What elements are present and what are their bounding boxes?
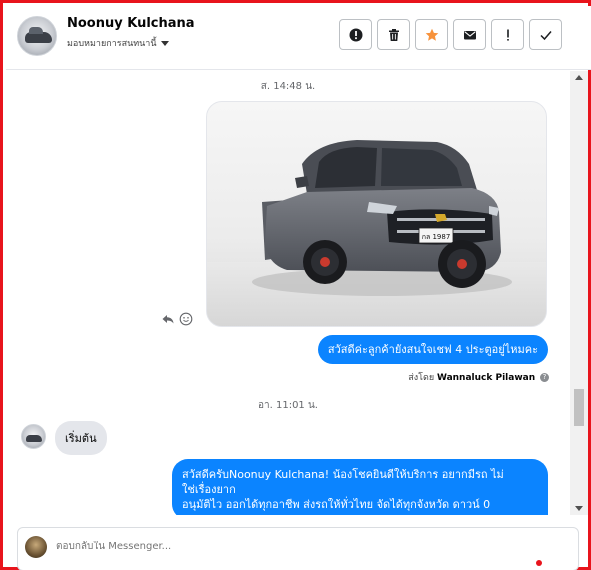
message-line: อนุมัติไว ออกได้ทุกอาชีพ ส่งรถให้ทั่วไทย… <box>182 498 491 511</box>
message-thread[interactable]: ส. 14:48 น. กล 1987 สวัสดีค่ะลูกค้ายังสน… <box>6 71 570 515</box>
message-line: ใช่เรื่องยาก <box>182 483 236 496</box>
caret-down-icon <box>160 41 169 46</box>
contact-avatar[interactable] <box>17 16 57 56</box>
report-button[interactable] <box>339 19 372 50</box>
delete-button[interactable] <box>377 19 410 50</box>
car-photo-attachment[interactable]: กล 1987 <box>206 101 547 327</box>
exclamation-icon <box>506 29 509 41</box>
assign-conversation-dropdown[interactable]: มอบหมายการสนทนานี้ <box>67 36 169 50</box>
timestamp: อา. 11:01 น. <box>258 400 318 411</box>
contact-name[interactable]: Noonuy Kulchana <box>67 16 195 31</box>
check-icon <box>539 30 552 40</box>
star-button[interactable] <box>415 19 448 50</box>
sent-by-label: ส่งโดย Wannaluck Pilawan ? <box>408 370 549 384</box>
sent-by-prefix: ส่งโดย <box>408 373 435 383</box>
message-line: สวัสดีครับNoonuy Kulchana! น้องโชคยินดีใ… <box>182 468 504 481</box>
thread-scrollbar[interactable] <box>570 71 588 515</box>
info-icon[interactable]: ? <box>540 373 549 382</box>
conversation-header: Noonuy Kulchana มอบหมายการสนทนานี้ <box>6 6 591 70</box>
exclamation-circle-icon <box>349 28 362 41</box>
incoming-message[interactable]: เริ่มต้น <box>55 421 107 455</box>
outgoing-message-long[interactable]: สวัสดีครับNoonuy Kulchana! น้องโชคยินดีใ… <box>172 459 548 515</box>
reply-icon[interactable] <box>161 311 175 325</box>
message-composer <box>17 527 579 570</box>
scroll-down-arrow-icon[interactable] <box>575 506 583 511</box>
page-avatar <box>25 536 47 558</box>
mark-spam-button[interactable] <box>491 19 524 50</box>
mark-unread-button[interactable] <box>453 19 486 50</box>
window-frame: Noonuy Kulchana มอบหมายการสนทนานี้ ส. 14… <box>0 0 591 570</box>
sender-name: Wannaluck Pilawan <box>436 373 536 383</box>
header-actions <box>339 19 567 50</box>
star-icon <box>425 28 438 41</box>
react-emoji-icon[interactable] <box>179 311 193 326</box>
timestamp: ส. 14:48 น. <box>260 81 316 92</box>
pickup-truck-image: กล 1987 <box>207 140 546 326</box>
status-dot-icon <box>536 560 542 566</box>
mark-done-button[interactable] <box>529 19 562 50</box>
trash-icon <box>388 28 399 41</box>
contact-avatar-small[interactable] <box>21 424 46 449</box>
license-plate: กล 1987 <box>422 233 451 241</box>
scroll-up-arrow-icon[interactable] <box>575 75 583 80</box>
envelope-icon <box>463 30 476 39</box>
assign-conversation-label: มอบหมายการสนทนานี้ <box>67 39 157 49</box>
message-actions <box>161 311 193 326</box>
reply-input[interactable] <box>56 541 456 552</box>
scrollbar-thumb[interactable] <box>574 389 584 426</box>
outgoing-message[interactable]: สวัสดีค่ะลูกค้ายังสนใจเชฟ 4 ประตูอยู่ไหม… <box>317 335 548 364</box>
